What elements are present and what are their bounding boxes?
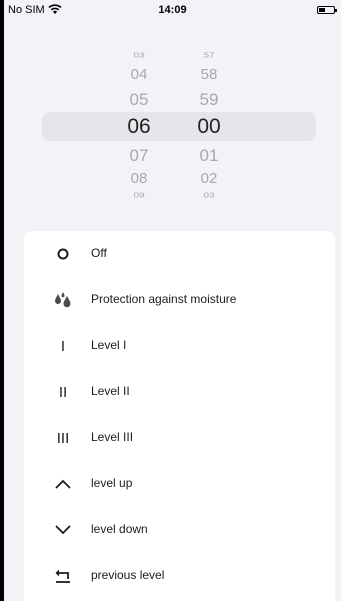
minute-option[interactable]: 57 <box>179 52 239 60</box>
chevron-down-icon <box>52 520 74 540</box>
return-arrow-icon <box>52 566 74 586</box>
option-moisture-protection[interactable]: Protection against moisture <box>24 277 335 323</box>
minute-option[interactable]: 03 <box>179 192 239 200</box>
app-screen: No SIM 14:09 03 04 05 06 07 08 09 57 58 … <box>4 0 341 601</box>
minute-option[interactable]: 59 <box>179 90 239 110</box>
hour-option[interactable]: 05 <box>109 90 169 110</box>
option-level-3[interactable]: III Level III <box>24 415 335 461</box>
selected-hour[interactable]: 06 <box>109 115 169 139</box>
moisture-drops-icon <box>52 290 74 310</box>
minute-option[interactable]: 01 <box>179 146 239 166</box>
hour-option[interactable]: 03 <box>109 52 169 60</box>
option-label: Level II <box>91 384 130 398</box>
minute-option[interactable]: 02 <box>179 170 239 187</box>
option-previous-level[interactable]: previous level <box>24 553 335 599</box>
level-three-icon: III <box>56 429 70 447</box>
level-two-icon: II <box>58 383 68 401</box>
chevron-up-icon <box>52 474 74 494</box>
mode-selection-sheet: Off Protection against moisture I Level … <box>24 231 335 601</box>
minute-option[interactable]: 58 <box>179 66 239 83</box>
status-bar: No SIM 14:09 <box>4 0 341 20</box>
option-off[interactable]: Off <box>24 231 335 277</box>
battery-icon <box>317 6 337 14</box>
option-label: previous level <box>91 568 165 582</box>
hour-option[interactable]: 07 <box>109 146 169 166</box>
hour-option[interactable]: 09 <box>109 192 169 200</box>
hour-option[interactable]: 04 <box>109 66 169 83</box>
option-label: Level III <box>91 430 134 444</box>
option-label: Off <box>91 246 107 260</box>
option-label: Level I <box>91 338 127 352</box>
selected-minute[interactable]: 00 <box>179 115 239 139</box>
option-label: level down <box>91 522 148 536</box>
option-level-1[interactable]: I Level I <box>24 323 335 369</box>
off-circle-icon <box>52 244 74 264</box>
option-level-down[interactable]: level down <box>24 507 335 553</box>
hour-option[interactable]: 08 <box>109 170 169 187</box>
option-label: level up <box>91 476 133 490</box>
option-level-up[interactable]: level up <box>24 461 335 507</box>
option-label: Protection against moisture <box>91 292 237 306</box>
level-one-icon: I <box>60 337 66 355</box>
option-level-2[interactable]: II Level II <box>24 369 335 415</box>
status-time: 14:09 <box>158 4 187 16</box>
time-picker[interactable]: 03 04 05 06 07 08 09 57 58 59 00 01 02 0… <box>4 40 341 210</box>
